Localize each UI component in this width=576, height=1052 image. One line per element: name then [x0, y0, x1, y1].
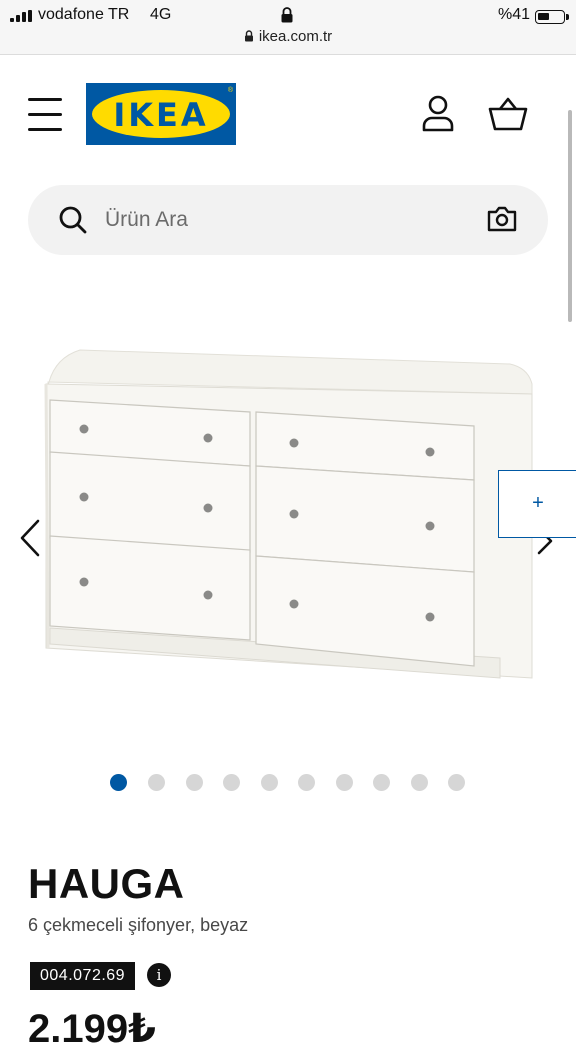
site-header: IKEA ® — [0, 56, 576, 176]
search-icon[interactable] — [58, 205, 88, 235]
carrier-name: vodafone TR — [38, 6, 130, 23]
signal-bars-icon — [10, 10, 32, 22]
battery-icon — [535, 10, 569, 24]
product-price: 2.199₺ — [28, 1007, 156, 1051]
product-image[interactable] — [40, 338, 540, 693]
search-bar[interactable]: Ürün Ara — [28, 185, 548, 255]
url-lock-icon — [244, 30, 253, 42]
zoom-plus-button[interactable]: + — [498, 470, 576, 538]
url-text: ikea.com.tr — [258, 28, 333, 45]
pagination-dot[interactable] — [148, 774, 165, 791]
ikea-logo[interactable]: IKEA ® — [86, 83, 236, 145]
pagination-dot[interactable] — [110, 774, 127, 791]
user-account-icon[interactable] — [420, 94, 456, 132]
pagination-dot[interactable] — [261, 774, 278, 791]
address-bar[interactable]: ikea.com.tr — [0, 28, 576, 45]
shopping-basket-icon[interactable] — [488, 96, 528, 132]
pagination-dot[interactable] — [298, 774, 315, 791]
gallery-pagination — [110, 774, 470, 792]
battery-percent: %41 — [498, 6, 531, 23]
logo-text: IKEA — [113, 96, 209, 134]
pagination-dot[interactable] — [411, 774, 428, 791]
hamburger-menu-icon[interactable] — [28, 96, 64, 134]
status-bar: vodafone TR 4G %41 ikea.com.tr — [0, 0, 576, 55]
pagination-dot[interactable] — [373, 774, 390, 791]
product-gallery: + — [0, 330, 576, 710]
info-icon[interactable]: i — [147, 963, 171, 987]
pagination-dot[interactable] — [336, 774, 353, 791]
chevron-left-icon[interactable] — [18, 518, 42, 558]
pagination-dot[interactable] — [186, 774, 203, 791]
pagination-dot[interactable] — [223, 774, 240, 791]
page-scrollbar[interactable] — [568, 110, 572, 322]
search-input[interactable]: Ürün Ara — [105, 208, 188, 232]
lock-icon — [281, 7, 293, 23]
product-title: HAUGA — [28, 860, 185, 907]
camera-icon[interactable] — [486, 205, 518, 233]
pagination-dot[interactable] — [448, 774, 465, 791]
product-description: 6 çekmeceli şifonyer, beyaz — [28, 915, 249, 935]
article-number-badge: 004.072.69 — [30, 962, 136, 990]
network-type: 4G — [150, 6, 172, 23]
